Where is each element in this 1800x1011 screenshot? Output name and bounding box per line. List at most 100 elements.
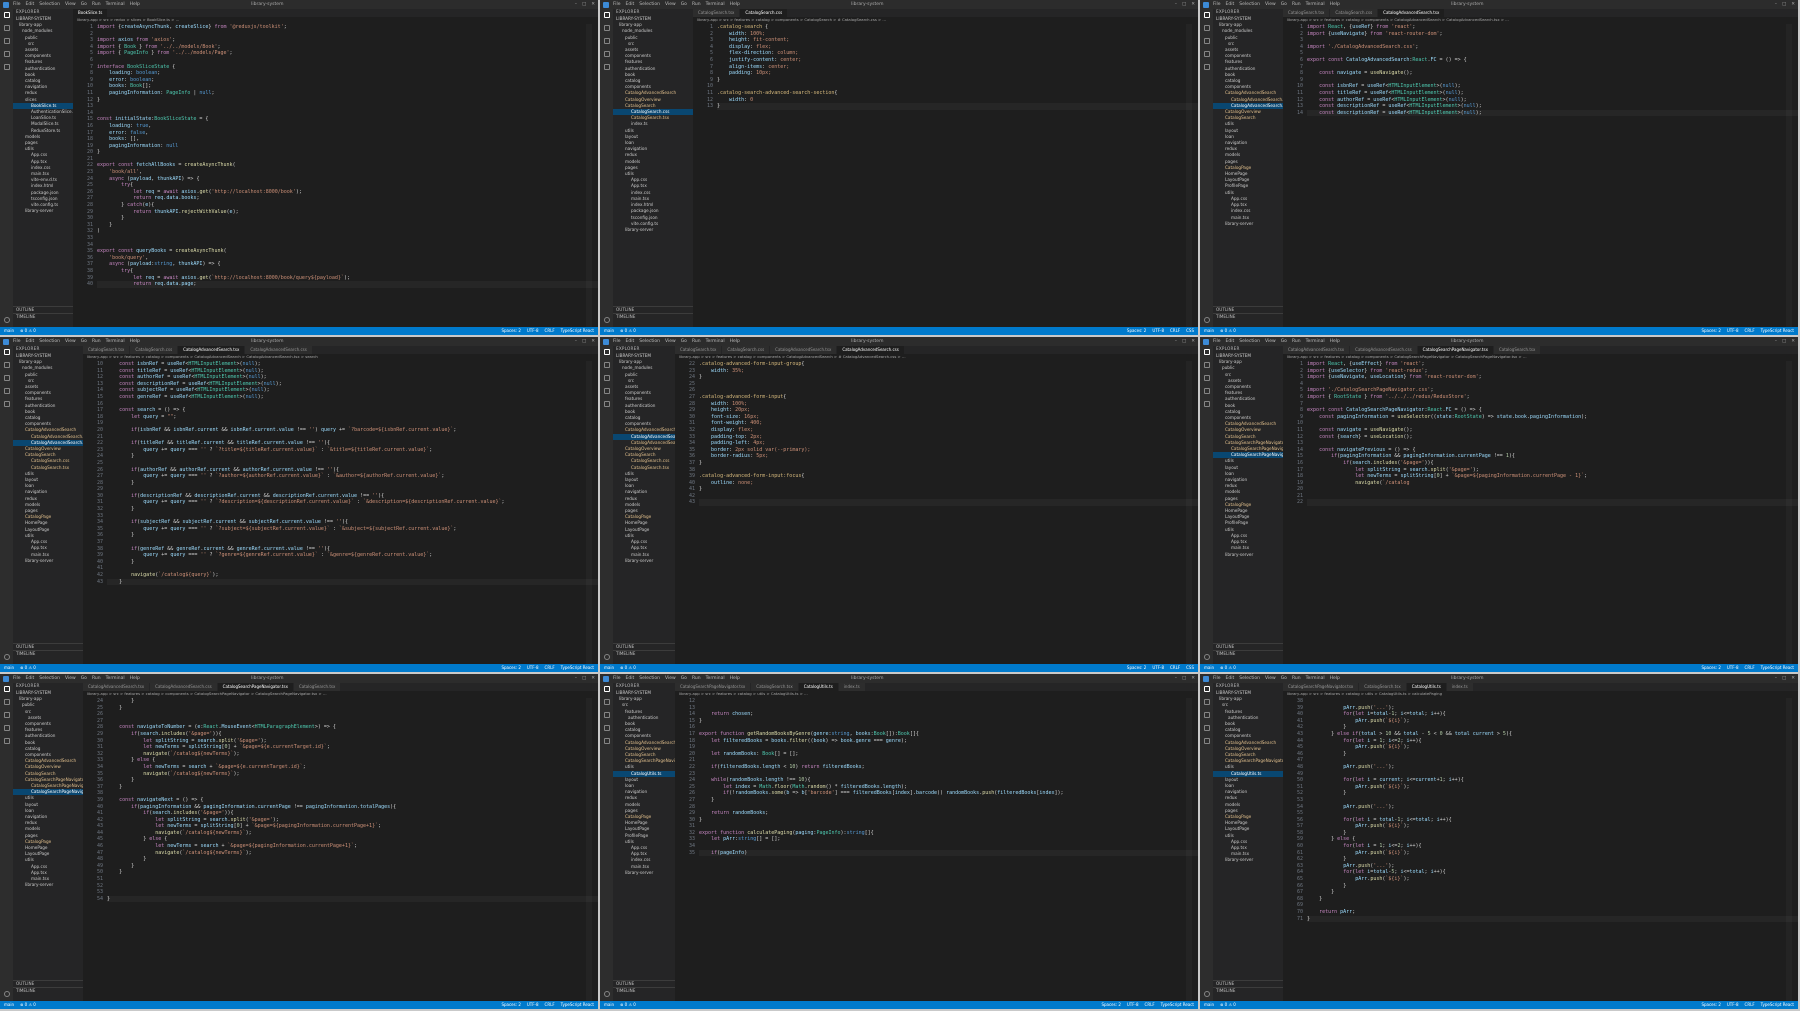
editor-tab[interactable]: CatalogAdvancedSearch.css: [1350, 346, 1418, 354]
code-line[interactable]: [1307, 37, 1798, 44]
code-line[interactable]: [699, 804, 1198, 811]
menu-item-run[interactable]: Run: [692, 339, 701, 345]
code-line[interactable]: [1307, 401, 1798, 408]
menu-item-view[interactable]: View: [665, 2, 676, 8]
code-line[interactable]: }: [107, 856, 598, 863]
maximize-icon[interactable]: □: [1782, 339, 1786, 345]
close-icon[interactable]: ✕: [591, 676, 595, 682]
code-line[interactable]: [107, 883, 598, 890]
close-icon[interactable]: ✕: [1191, 676, 1195, 682]
menu-item-help[interactable]: Help: [730, 2, 740, 8]
code-line[interactable]: [699, 757, 1198, 764]
code-line[interactable]: [107, 718, 598, 725]
branch-indicator[interactable]: main: [4, 1001, 14, 1009]
code-line[interactable]: try{: [97, 182, 598, 189]
minimap[interactable]: [1186, 24, 1192, 327]
code-line[interactable]: }: [97, 222, 598, 229]
code-line[interactable]: }: [97, 97, 598, 104]
code-line[interactable]: const descriptionRef = useRef<HTMLInputE…: [1307, 109, 1798, 117]
code-line[interactable]: books: [],: [97, 136, 598, 143]
code-line[interactable]: export const CatalogAdvancedSearch:React…: [1307, 57, 1798, 64]
menu-item-file[interactable]: File: [13, 2, 21, 8]
problems-indicator[interactable]: ⊗ 0 ⚠ 0: [1220, 1001, 1236, 1009]
gear-icon[interactable]: [603, 317, 610, 323]
minimap[interactable]: [586, 24, 592, 327]
code-line[interactable]: const isbnRef = useRef<HTMLInputElement>…: [107, 361, 598, 368]
code-line[interactable]: [699, 744, 1198, 751]
code-line[interactable]: navigate(`/catalog${newTerms}`);: [107, 830, 598, 837]
code-line[interactable]: let randomBooks: Book[] = [];: [699, 751, 1198, 758]
code-line[interactable]: [1307, 757, 1798, 764]
code-line[interactable]: query += query === '' ? `?genre=${genreR…: [107, 552, 598, 559]
code-line[interactable]: ): [97, 228, 598, 235]
code-line[interactable]: [699, 499, 1198, 507]
code-line[interactable]: [699, 387, 1198, 394]
language-indicator[interactable]: TypeScript React: [561, 664, 594, 672]
code-lines[interactable]: .catalog-advanced-form-input-group{ widt…: [699, 361, 1198, 507]
code-line[interactable]: }: [699, 374, 1198, 381]
minimize-icon[interactable]: –: [1775, 339, 1777, 345]
code-line[interactable]: const subjectRef = useRef<HTMLInputEleme…: [107, 387, 598, 394]
encoding-indicator[interactable]: UTF-8: [527, 664, 539, 672]
code-line[interactable]: return req.data.books;: [97, 195, 598, 202]
editor-tab[interactable]: CatalogSearch.tsx: [693, 9, 741, 17]
search-icon[interactable]: [1203, 699, 1210, 705]
menu-item-go[interactable]: Go: [681, 339, 687, 345]
code-line[interactable]: }: [1307, 883, 1798, 890]
code-line[interactable]: let pArr:string[] = [];: [699, 836, 1198, 843]
code-line[interactable]: return pArr;: [1307, 909, 1798, 916]
code-line[interactable]: pArr.push('...');: [1307, 705, 1798, 712]
menu-item-go[interactable]: Go: [81, 2, 87, 8]
editor-tab[interactable]: CatalogAdvancedSearch.css: [245, 346, 313, 354]
menu-item-run[interactable]: Run: [1292, 676, 1301, 682]
editor-tab[interactable]: CatalogAdvancedSearch.tsx: [1378, 9, 1446, 17]
code-line[interactable]: const navigate = useNavigate();: [1307, 70, 1798, 77]
code-line[interactable]: [97, 103, 598, 110]
code-line[interactable]: query += query === '' ? `?subject=${subj…: [107, 526, 598, 533]
menu-item-selection[interactable]: Selection: [39, 676, 60, 682]
code-line[interactable]: if(!randomBooks.some(b => b['barcode'] =…: [699, 790, 1198, 797]
code-line[interactable]: import {useSelector} from 'react-redux';: [1307, 368, 1798, 375]
code-line[interactable]: [1307, 440, 1798, 447]
extensions-icon[interactable]: [3, 64, 10, 70]
code-line[interactable]: .catalog-advanced-form-input{: [699, 394, 1198, 401]
code-line[interactable]: loading: boolean;: [97, 70, 598, 77]
explorer-icon[interactable]: [1203, 349, 1210, 355]
run-debug-icon[interactable]: [1203, 388, 1210, 394]
folder-item[interactable]: library-server: [1213, 552, 1283, 558]
encoding-indicator[interactable]: UTF-8: [1727, 664, 1739, 672]
code-line[interactable]: }: [107, 506, 598, 513]
timeline-section[interactable]: TIMELINE: [1213, 312, 1283, 320]
code-line[interactable]: [699, 823, 1198, 830]
menu-item-view[interactable]: View: [65, 2, 76, 8]
code-line[interactable]: import axios from 'axios';: [97, 37, 598, 44]
minimize-icon[interactable]: –: [1775, 676, 1777, 682]
problems-indicator[interactable]: ⊗ 0 ⚠ 0: [1220, 664, 1236, 672]
minimap[interactable]: [1186, 361, 1192, 664]
code-line[interactable]: }: [107, 869, 598, 876]
eol-indicator[interactable]: CRLF: [1170, 327, 1180, 335]
code-line[interactable]: query += query === '' ? `?description=${…: [107, 499, 598, 506]
extensions-icon[interactable]: [1203, 401, 1210, 407]
eol-indicator[interactable]: CRLF: [545, 327, 555, 335]
code-line[interactable]: [699, 843, 1198, 850]
code-line[interactable]: [107, 513, 598, 520]
menu-item-terminal[interactable]: Terminal: [706, 339, 725, 345]
minimize-icon[interactable]: –: [1175, 676, 1177, 682]
source-control-icon[interactable]: [3, 712, 10, 718]
run-debug-icon[interactable]: [603, 388, 610, 394]
code-line[interactable]: }: [699, 797, 1198, 804]
eol-indicator[interactable]: CRLF: [545, 664, 555, 672]
code-line[interactable]: import { RootState } from '../../../redu…: [1307, 394, 1798, 401]
minimap[interactable]: [1786, 361, 1792, 664]
code-line[interactable]: const descriptionRef = useRef<HTMLInputE…: [107, 381, 598, 388]
code-line[interactable]: import {useNavigate, useLocation} from '…: [1307, 374, 1798, 381]
menu-item-file[interactable]: File: [613, 676, 621, 682]
extensions-icon[interactable]: [603, 401, 610, 407]
menu-item-edit[interactable]: Edit: [1226, 339, 1235, 345]
code-line[interactable]: navigate(`/catalog${newTerms}`);: [107, 850, 598, 857]
code-line[interactable]: let splitString = search.split('&page=')…: [1307, 467, 1798, 474]
code-line[interactable]: if(genreRef && genreRef.current && genre…: [107, 546, 598, 553]
code-line[interactable]: }: [107, 578, 598, 586]
menu-item-go[interactable]: Go: [681, 676, 687, 682]
